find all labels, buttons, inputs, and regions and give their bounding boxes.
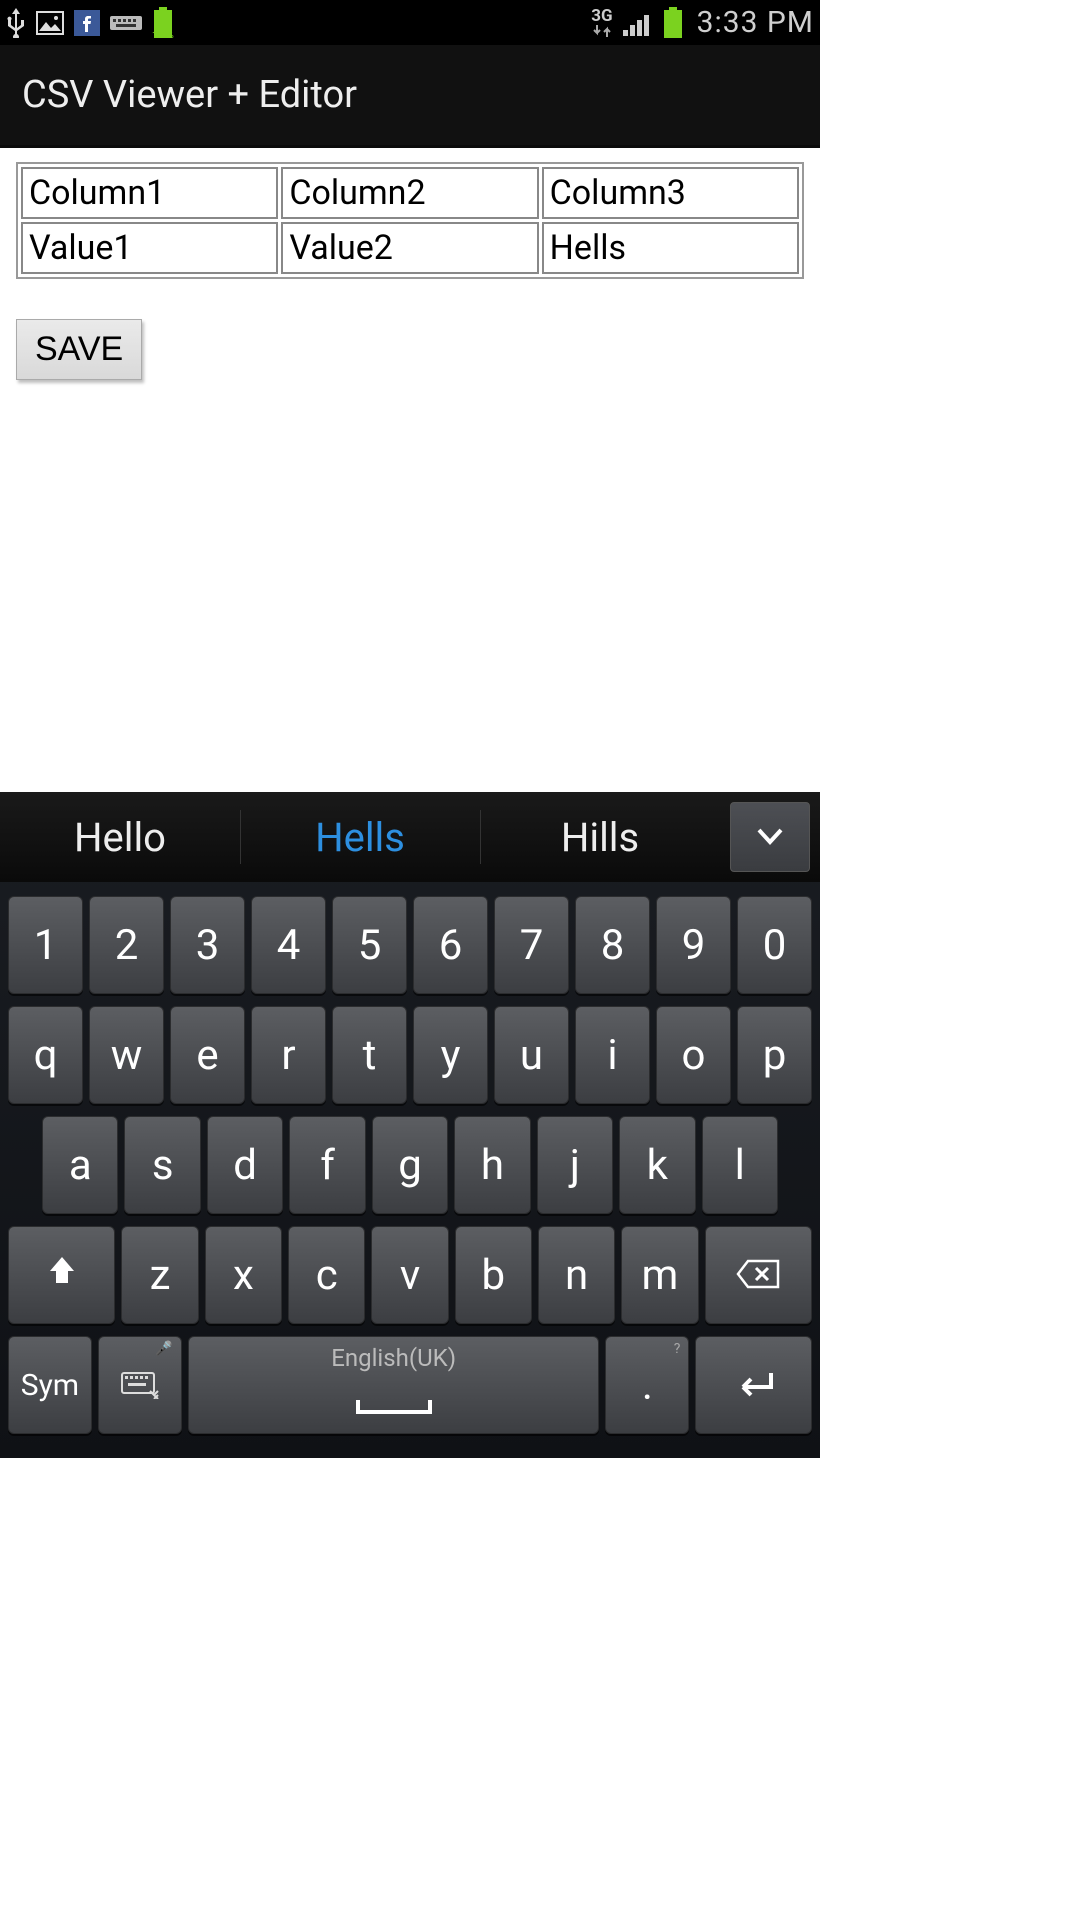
mic-hint-icon: 🎤	[155, 1341, 172, 1357]
keyboard-row-z: z x c v b n m	[2, 1220, 818, 1330]
key-z[interactable]: z	[121, 1226, 198, 1324]
actionbar: CSV Viewer + Editor	[0, 45, 820, 148]
cell[interactable]: Hells	[542, 222, 799, 274]
key-5[interactable]: 5	[332, 896, 407, 994]
space-language-label: English(UK)	[331, 1344, 456, 1372]
key-g[interactable]: g	[372, 1116, 448, 1214]
key-i[interactable]: i	[575, 1006, 650, 1104]
key-sym[interactable]: Sym	[8, 1336, 92, 1434]
backspace-icon	[736, 1251, 780, 1300]
key-period[interactable]: ? .	[605, 1336, 689, 1434]
key-4[interactable]: 4	[251, 896, 326, 994]
content-area: Column1 Column2 Column3 Value1 Value2 He…	[0, 148, 820, 394]
key-8[interactable]: 8	[575, 896, 650, 994]
cell[interactable]: Value2	[281, 222, 538, 274]
key-k[interactable]: k	[619, 1116, 695, 1214]
keyboard-row-bottom: Sym 🎤 English(UK) ? .	[2, 1330, 818, 1440]
period-label: .	[642, 1361, 653, 1410]
key-7[interactable]: 7	[494, 896, 569, 994]
gallery-icon	[36, 11, 64, 35]
battery-full-icon: 100%	[152, 7, 174, 39]
chevron-down-icon	[753, 818, 787, 856]
clock: 3:33 PM	[697, 5, 814, 40]
key-j[interactable]: j	[537, 1116, 613, 1214]
key-t[interactable]: t	[332, 1006, 407, 1104]
facebook-icon	[74, 10, 100, 36]
app-title: CSV Viewer + Editor	[22, 73, 357, 117]
key-1[interactable]: 1	[8, 896, 83, 994]
key-s[interactable]: s	[124, 1116, 200, 1214]
signal-icon	[623, 10, 653, 36]
key-a[interactable]: a	[42, 1116, 118, 1214]
suggestion[interactable]: Hello	[0, 792, 240, 882]
save-button[interactable]: SAVE	[16, 319, 142, 380]
key-enter[interactable]	[695, 1336, 812, 1434]
key-y[interactable]: y	[413, 1006, 488, 1104]
enter-icon	[731, 1361, 777, 1410]
key-m[interactable]: m	[621, 1226, 698, 1324]
cell[interactable]: Value1	[21, 222, 278, 274]
key-3[interactable]: 3	[170, 896, 245, 994]
keyboard-notification-icon	[110, 12, 142, 34]
statusbar: 100% 3G 3:33 PM	[0, 0, 820, 45]
key-f[interactable]: f	[289, 1116, 365, 1214]
suggestion-bar: Hello Hells Hills	[0, 792, 820, 882]
suggestion-collapse-button[interactable]	[730, 802, 810, 872]
keyboard-row-a: a s d f g h j k l	[2, 1110, 818, 1220]
key-settings[interactable]: 🎤	[98, 1336, 182, 1434]
key-e[interactable]: e	[170, 1006, 245, 1104]
battery-status-icon	[663, 7, 683, 39]
key-backspace[interactable]	[705, 1226, 812, 1324]
table-row: Column1 Column2 Column3	[21, 167, 799, 219]
network-3g-icon: 3G	[591, 8, 612, 37]
key-d[interactable]: d	[207, 1116, 283, 1214]
period-alt-label: ?	[674, 1341, 681, 1357]
key-l[interactable]: l	[702, 1116, 778, 1214]
keyboard-row-q: q w e r t y u i o p	[2, 1000, 818, 1110]
table-row: Value1 Value2 Hells	[21, 222, 799, 274]
key-2[interactable]: 2	[89, 896, 164, 994]
key-6[interactable]: 6	[413, 896, 488, 994]
statusbar-left: 100%	[6, 7, 174, 39]
keyboard-settings-icon	[120, 1361, 160, 1410]
key-b[interactable]: b	[455, 1226, 532, 1324]
battery-percent-label: 100%	[152, 31, 174, 41]
key-shift[interactable]	[8, 1226, 115, 1324]
spacebar-icon	[354, 1378, 434, 1427]
statusbar-right: 3G 3:33 PM	[591, 5, 814, 40]
key-space[interactable]: English(UK)	[188, 1336, 600, 1434]
suggestion-selected[interactable]: Hells	[240, 792, 480, 882]
key-h[interactable]: h	[454, 1116, 530, 1214]
key-c[interactable]: c	[288, 1226, 365, 1324]
key-n[interactable]: n	[538, 1226, 615, 1324]
keyboard-rows: 1 2 3 4 5 6 7 8 9 0 q w e r t y u i o p …	[0, 882, 820, 1458]
cell[interactable]: Column2	[281, 167, 538, 219]
keyboard-row-numbers: 1 2 3 4 5 6 7 8 9 0	[2, 890, 818, 1000]
key-x[interactable]: x	[205, 1226, 282, 1324]
key-p[interactable]: p	[737, 1006, 812, 1104]
key-0[interactable]: 0	[737, 896, 812, 994]
key-r[interactable]: r	[251, 1006, 326, 1104]
suggestion[interactable]: Hills	[480, 792, 720, 882]
key-w[interactable]: w	[89, 1006, 164, 1104]
key-9[interactable]: 9	[656, 896, 731, 994]
shift-icon	[44, 1251, 80, 1300]
key-u[interactable]: u	[494, 1006, 569, 1104]
cell[interactable]: Column3	[542, 167, 799, 219]
key-q[interactable]: q	[8, 1006, 83, 1104]
keyboard: Hello Hells Hills 1 2 3 4 5 6 7 8 9 0 q …	[0, 792, 820, 1458]
csv-table: Column1 Column2 Column3 Value1 Value2 He…	[16, 162, 804, 279]
cell[interactable]: Column1	[21, 167, 278, 219]
usb-icon	[6, 8, 26, 38]
key-o[interactable]: o	[656, 1006, 731, 1104]
key-v[interactable]: v	[371, 1226, 448, 1324]
